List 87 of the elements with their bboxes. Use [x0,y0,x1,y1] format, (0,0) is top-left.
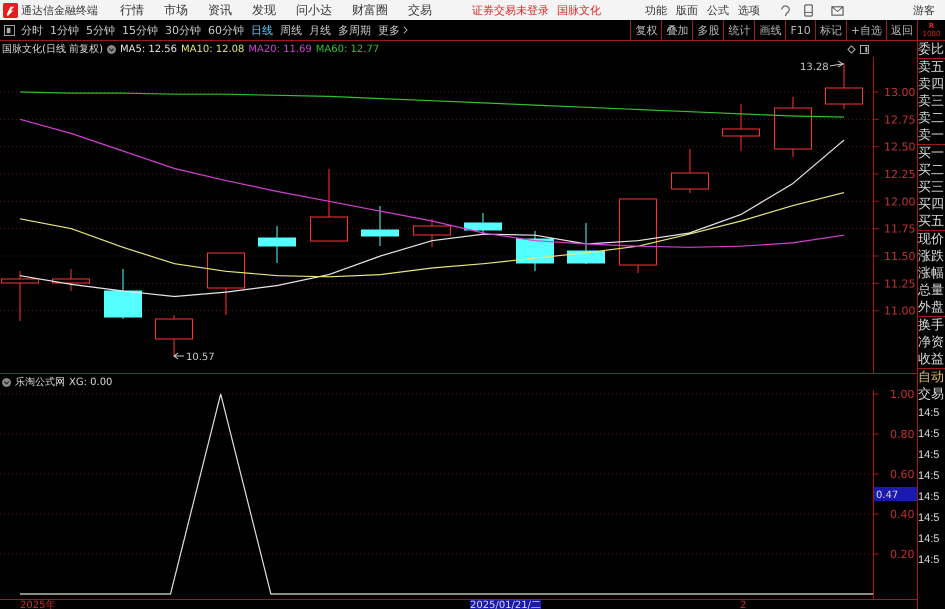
quote-label: 外盘 [918,299,945,316]
trade-time: 14:5 [918,532,940,547]
trade-label: 交易 [918,386,945,403]
quote-label: 买一 [918,145,945,162]
period-tab[interactable]: 5分钟 [86,22,115,38]
date-label: 2025/01/21/二 [470,600,542,609]
period-tab[interactable]: 日线 [251,22,273,38]
menu-item[interactable]: 功能 [645,2,667,18]
indicator-title: 乐淘公式网 [15,376,65,389]
price-label: 13.00 [884,86,916,99]
indicator-name: MA60 [316,44,344,54]
indicator-value: : 11.69 [276,44,312,54]
price-label: 11.75 [884,222,916,236]
indicator-value: : 12.56 [142,44,178,54]
quote-label: 收益 [918,351,945,368]
quote-label: 涨幅 [918,265,945,282]
axis-label: 0.20 [890,548,914,561]
menu-item[interactable]: 交易 [408,2,432,18]
indicator-name: MA20 [248,44,277,54]
indicator-value: : 12.77 [344,44,380,54]
price-label: 12.75 [884,113,916,126]
quote-label: 卖三 [918,93,945,110]
quote-label: 卖四 [918,76,945,93]
menu-item[interactable]: 财富圈 [352,2,388,18]
quote-label: 涨跌 [918,248,945,265]
price-label: 11.00 [884,304,916,318]
period-tab[interactable]: 分时 [21,22,43,38]
quote-label: 总量 [918,282,945,299]
axis-label: 1.00 [890,390,914,401]
menu-item[interactable]: 发现 [252,2,276,18]
cursor-value: 0.47 [876,490,898,501]
menu-item[interactable]: 问小达 [296,2,332,18]
period-tab[interactable]: 15分钟 [122,22,158,38]
indicator-name: MA10 [181,44,210,54]
low-price-label: 10.57 [186,352,215,363]
menu-item[interactable]: 选项 [738,2,760,18]
quote-label: 买二 [918,162,945,179]
more-button[interactable]: 更多 [378,22,400,38]
quote-label: 换手 [918,317,945,334]
user-label[interactable]: 游客 [913,2,935,18]
quote-label: 现价 [918,231,945,248]
period-tab[interactable]: 月线 [309,22,331,38]
period-tab[interactable]: 周线 [280,22,302,38]
quote-label: 委比 [918,41,945,58]
date-label: 2 [740,600,746,609]
trade-time: 14:5 [918,511,940,526]
stock-name: 国脉文化 [557,2,601,18]
quote-label: 买五 [918,213,945,230]
axis-label: 0.40 [890,508,914,521]
price-label: 12.25 [884,168,916,181]
menu-item[interactable]: 市场 [164,2,188,18]
trade-time: 14:5 [918,490,940,505]
quote-label: 卖一 [918,127,945,144]
app-title: 通达信金融终端 [21,2,98,18]
price-label: 11.25 [884,277,916,290]
axis-label: 0.60 [890,468,914,481]
menu-item[interactable]: 行情 [120,2,144,18]
price-label: 12.00 [884,195,916,208]
period-tab[interactable]: 60分钟 [208,22,244,38]
quote-label: 买四 [918,196,945,213]
trade-time: 14:5 [918,448,940,463]
chart-title: 国脉文化(日线 前复权) [2,42,103,56]
menu-item[interactable]: 版面 [676,2,698,18]
indicator-value: : 0.00 [84,376,112,388]
indicator-value: XG [69,376,84,388]
quote-label: 买三 [918,179,945,196]
quote-label: 净资 [918,334,945,351]
indicator-value: : 12.08 [209,44,244,54]
menu-item[interactable]: 资讯 [208,2,232,18]
date-label: 2025年 [20,600,56,609]
trade-time: 14:5 [918,406,940,421]
high-price-label: 13.28 [800,62,829,73]
indicator-name: MA5 [120,44,142,54]
price-label: 12.50 [884,140,916,154]
trade-time: 14:5 [918,427,940,442]
price-label: 11.50 [884,250,916,263]
quote-label: 卖五 [918,59,945,76]
period-tab[interactable]: 多周期 [338,22,371,38]
period-tab[interactable]: 1分钟 [50,22,79,38]
menu-item[interactable]: 公式 [707,2,729,18]
login-status[interactable]: 证券交易未登录 [472,2,549,18]
quote-label: 卖二 [918,110,945,127]
trade-time: 14:5 [918,553,940,568]
trade-time: 14:5 [918,469,940,484]
axis-label: 0.80 [890,428,914,441]
auto-trade-label[interactable]: 自动 [918,369,945,386]
period-tab[interactable]: 30分钟 [165,22,201,38]
